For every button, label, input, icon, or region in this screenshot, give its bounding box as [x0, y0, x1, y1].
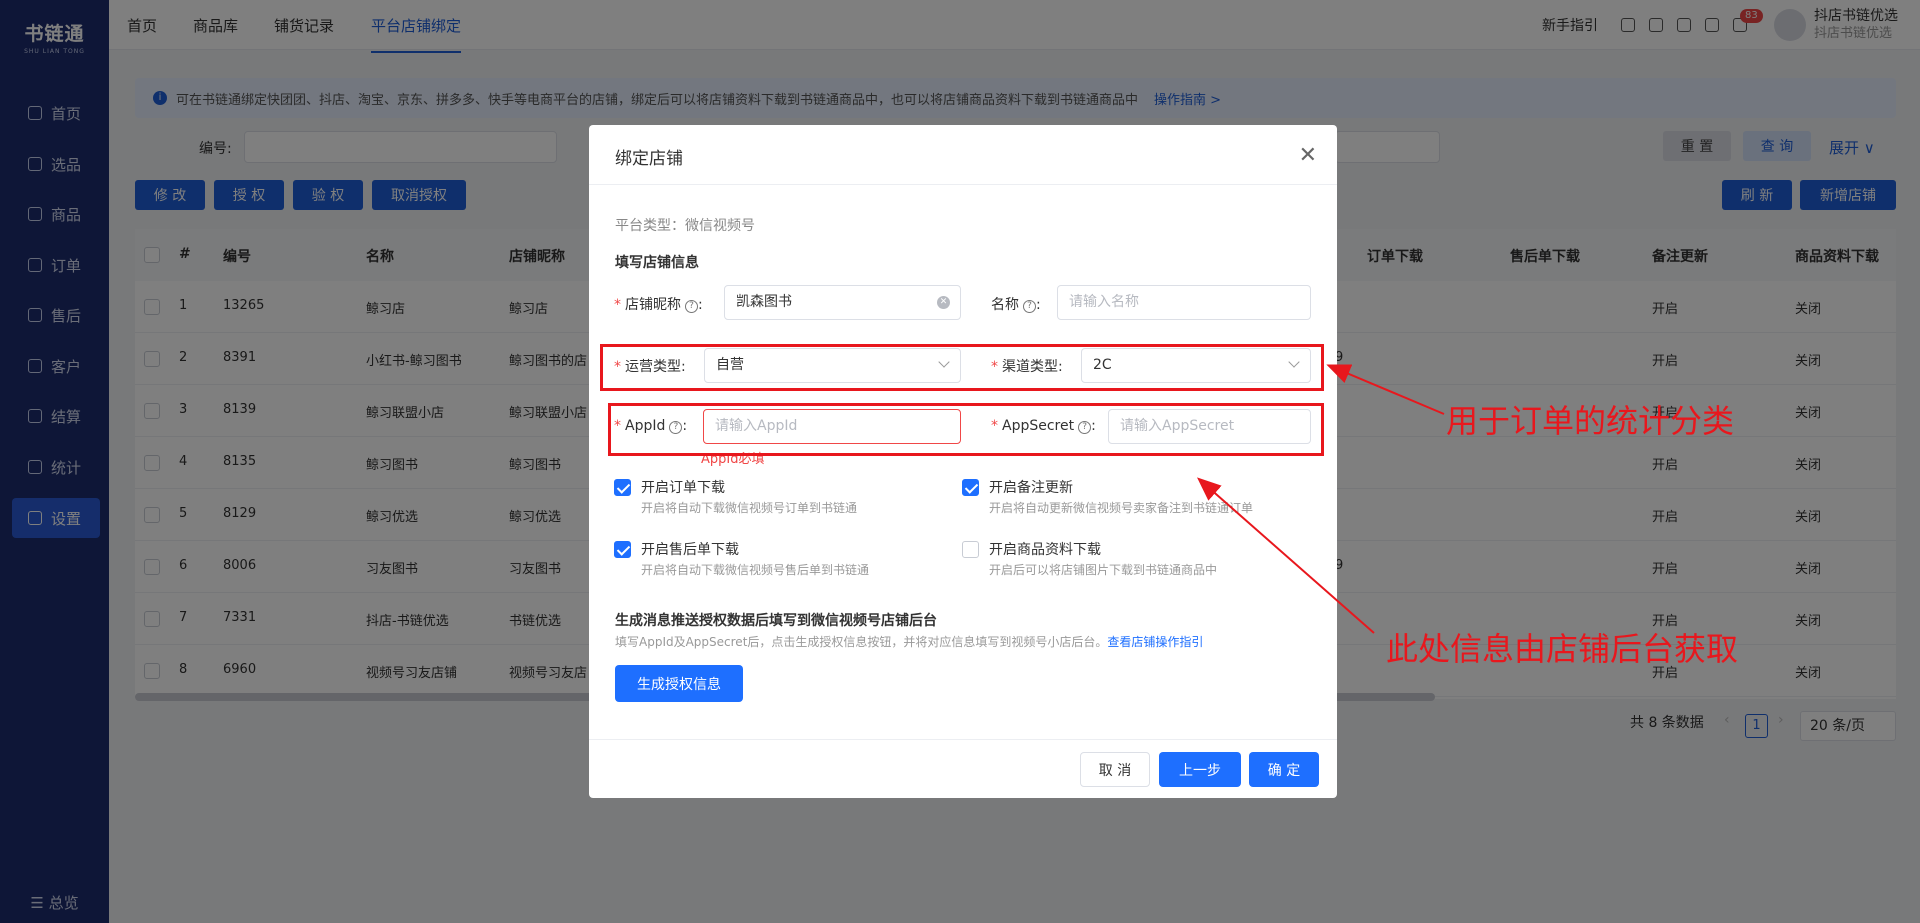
annotation-text-credentials: 此处信息由店铺后台获取: [1386, 630, 1739, 668]
annotation-text-types: 用于订单的统计分类: [1446, 402, 1735, 440]
annotation-arrows: [1196, 364, 1445, 634]
